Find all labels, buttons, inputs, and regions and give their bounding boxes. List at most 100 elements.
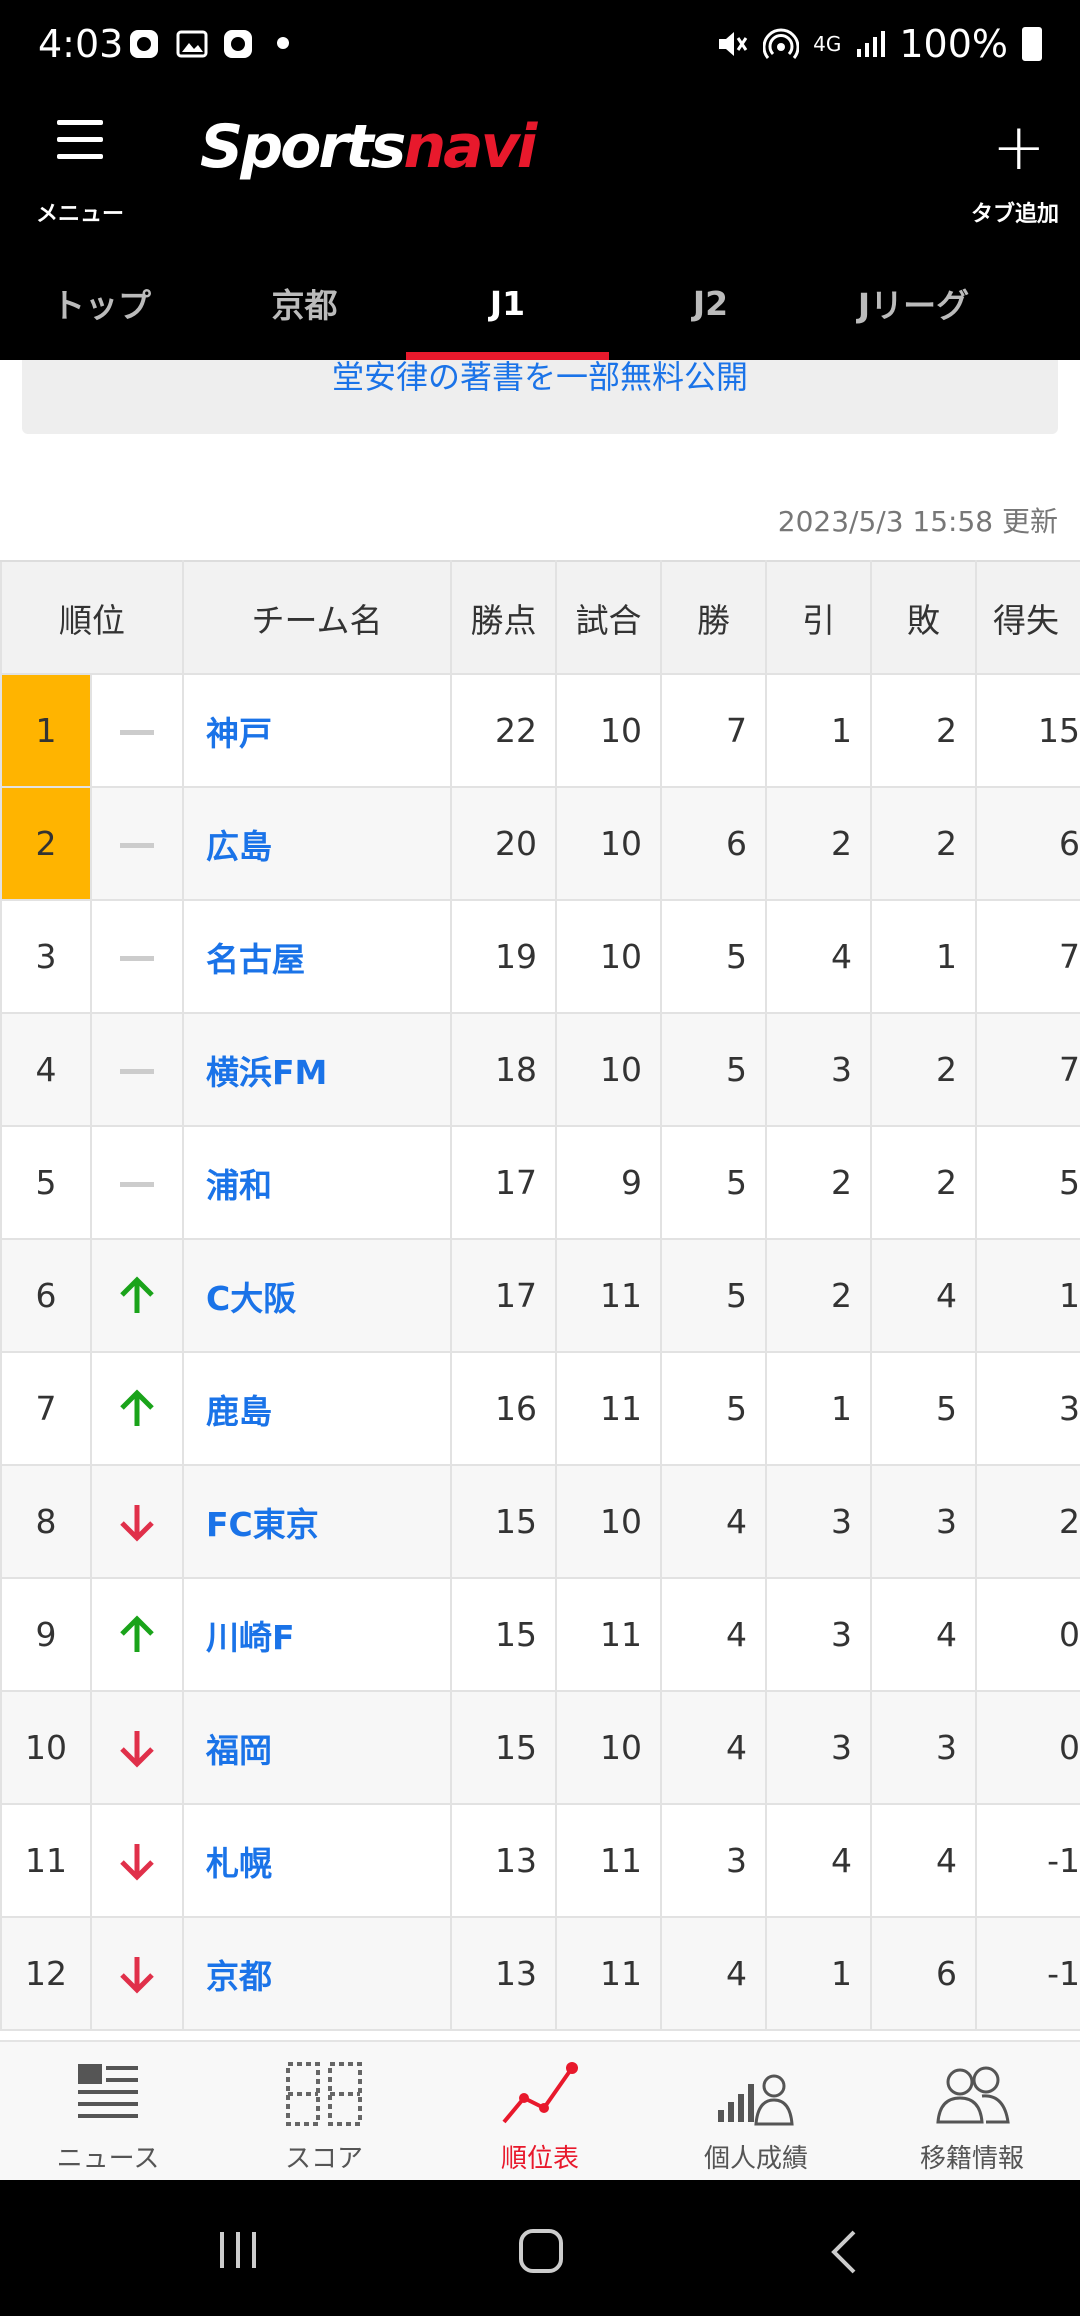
played-cell: 11 — [555, 1803, 662, 1918]
rank-cell: 4 — [0, 1012, 92, 1127]
system-navigation-bar — [0, 2180, 1080, 2316]
notification-icon — [130, 30, 158, 58]
rank-cell: 8 — [0, 1464, 92, 1579]
back-icon[interactable] — [826, 2228, 862, 2276]
gd-cell: 2 — [975, 1464, 1080, 1579]
loss-cell: 5 — [870, 1351, 977, 1466]
draw-cell: 4 — [765, 899, 872, 1014]
standings-icon — [502, 2062, 578, 2124]
movement-cell — [90, 786, 184, 901]
team-link[interactable]: FC東京 — [182, 1464, 452, 1579]
team-link[interactable]: 神戸 — [182, 673, 452, 788]
home-icon[interactable] — [518, 2228, 564, 2276]
team-link[interactable]: 京都 — [182, 1916, 452, 2031]
tab-j1[interactable]: J1 — [406, 246, 609, 360]
played-cell: 11 — [555, 1238, 662, 1353]
tab-kyoto[interactable]: 京都 — [203, 246, 406, 360]
nav-news[interactable]: ニュース — [0, 2042, 216, 2182]
nav-score[interactable]: スコア — [216, 2042, 432, 2182]
menu-button[interactable]: メニュー — [30, 116, 130, 227]
gallery-icon — [176, 30, 208, 58]
played-cell: 10 — [555, 673, 662, 788]
nav-standings[interactable]: 順位表 — [432, 2042, 648, 2182]
arrow-down-icon — [120, 1504, 154, 1542]
pts-cell: 22 — [450, 673, 557, 788]
recent-apps-icon[interactable] — [216, 2228, 262, 2272]
table-row[interactable]: 2 広島 20 10 6 2 2 6 — [0, 786, 1080, 901]
arrow-up-icon — [120, 1275, 154, 1313]
table-row[interactable]: 1 神戸 22 10 7 1 2 15 — [0, 673, 1080, 788]
tab-jleague[interactable]: Jリーグ — [812, 246, 1015, 360]
pts-cell: 15 — [450, 1690, 557, 1805]
table-row[interactable]: 9 川崎F 15 11 4 3 4 0 — [0, 1577, 1080, 1692]
team-link[interactable]: 札幌 — [182, 1803, 452, 1918]
loss-cell: 3 — [870, 1464, 977, 1579]
header-rank: 順位 — [0, 560, 184, 675]
dot-icon — [277, 37, 289, 49]
gd-cell: 0 — [975, 1577, 1080, 1692]
nav-transfer[interactable]: 移籍情報 — [864, 2042, 1080, 2182]
movement-cell — [90, 899, 184, 1014]
team-link[interactable]: 名古屋 — [182, 899, 452, 1014]
header-draw: 引 — [765, 560, 872, 675]
network-type: 4G — [813, 32, 842, 56]
pts-cell: 17 — [450, 1238, 557, 1353]
table-row[interactable]: 12 京都 13 11 4 1 6 -1 — [0, 1916, 1080, 2031]
arrow-down-icon — [120, 1956, 154, 1994]
arrow-up-icon — [120, 1614, 154, 1652]
team-link[interactable]: 鹿島 — [182, 1351, 452, 1466]
gd-cell: 3 — [975, 1351, 1080, 1466]
add-tab-button[interactable]: + タブ追加 — [960, 116, 1070, 227]
rank-cell: 1 — [0, 673, 92, 788]
no-change-icon — [120, 1069, 154, 1074]
status-time: 4:03 — [38, 22, 124, 66]
team-link[interactable]: 福岡 — [182, 1690, 452, 1805]
pts-cell: 15 — [450, 1464, 557, 1579]
team-link[interactable]: 川崎F — [182, 1577, 452, 1692]
table-row[interactable]: 4 横浜FM 18 10 5 3 2 7 — [0, 1012, 1080, 1127]
table-row[interactable]: 11 札幌 13 11 3 4 4 -1 — [0, 1803, 1080, 1918]
rank-cell: 12 — [0, 1916, 92, 2031]
played-cell: 11 — [555, 1351, 662, 1466]
tab-top[interactable]: トップ — [0, 246, 203, 360]
promo-banner[interactable]: 堂安律の著書を一部無料公開 — [22, 360, 1058, 434]
win-cell: 4 — [660, 1690, 767, 1805]
draw-cell: 2 — [765, 786, 872, 901]
gd-cell: 6 — [975, 786, 1080, 901]
team-link[interactable]: 広島 — [182, 786, 452, 901]
sportsnavi-logo[interactable]: Sportsnavi — [200, 112, 537, 182]
table-row[interactable]: 5 浦和 17 9 5 2 2 5 — [0, 1125, 1080, 1240]
gd-cell: 0 — [975, 1690, 1080, 1805]
rank-cell: 2 — [0, 786, 92, 901]
table-row[interactable]: 3 名古屋 19 10 5 4 1 7 — [0, 899, 1080, 1014]
pts-cell: 19 — [450, 899, 557, 1014]
header-loss: 敗 — [870, 560, 977, 675]
tab-j2[interactable]: J2 — [609, 246, 812, 360]
pts-cell: 15 — [450, 1577, 557, 1692]
played-cell: 10 — [555, 1464, 662, 1579]
team-link[interactable]: C大阪 — [182, 1238, 452, 1353]
score-icon — [286, 2062, 362, 2126]
no-change-icon — [120, 1182, 154, 1187]
movement-cell — [90, 1690, 184, 1805]
table-row[interactable]: 8 FC東京 15 10 4 3 3 2 — [0, 1464, 1080, 1579]
draw-cell: 3 — [765, 1690, 872, 1805]
menu-label: メニュー — [35, 202, 124, 227]
loss-cell: 2 — [870, 786, 977, 901]
nav-personal-stats[interactable]: 個人成績 — [648, 2042, 864, 2182]
table-row[interactable]: 6 C大阪 17 11 5 2 4 1 — [0, 1238, 1080, 1353]
notification-icon-2 — [224, 30, 252, 58]
table-row[interactable]: 10 福岡 15 10 4 3 3 0 — [0, 1690, 1080, 1805]
loss-cell: 2 — [870, 673, 977, 788]
played-cell: 9 — [555, 1125, 662, 1240]
table-row[interactable]: 7 鹿島 16 11 5 1 5 3 — [0, 1351, 1080, 1466]
movement-cell — [90, 1464, 184, 1579]
pts-cell: 13 — [450, 1916, 557, 2031]
team-link[interactable]: 浦和 — [182, 1125, 452, 1240]
battery-icon — [1022, 27, 1042, 61]
arrow-down-icon — [120, 1730, 154, 1768]
hamburger-icon — [57, 120, 103, 160]
loss-cell: 1 — [870, 899, 977, 1014]
news-icon — [78, 2064, 138, 2118]
team-link[interactable]: 横浜FM — [182, 1012, 452, 1127]
